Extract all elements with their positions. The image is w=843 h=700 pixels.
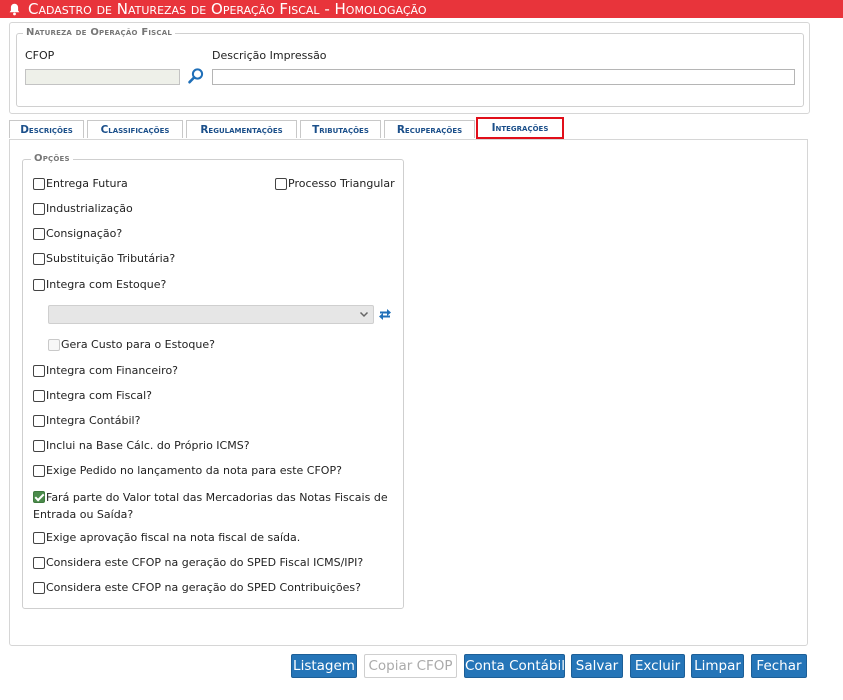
title-bar: Cadastro de Naturezas de Operação Fiscal… xyxy=(0,0,843,18)
substituicao-tributaria-checkbox[interactable]: Substituição Tributária? xyxy=(33,252,175,266)
checkbox-box[interactable] xyxy=(33,465,45,477)
checkbox-box[interactable] xyxy=(33,253,45,265)
desc-label: Descrição Impressão xyxy=(212,49,327,62)
checkbox-box[interactable] xyxy=(33,365,45,377)
integra-contabil-checkbox[interactable]: Integra Contábil? xyxy=(33,414,140,428)
window-title: Cadastro de Naturezas de Operação Fiscal… xyxy=(28,0,427,18)
tab-tributacoes[interactable]: Tributações xyxy=(300,120,381,138)
search-icon[interactable] xyxy=(187,67,205,85)
sped-fiscal-checkbox[interactable]: Considera este CFOP na geração do SPED F… xyxy=(33,556,363,570)
processo-triangular-checkbox[interactable]: Processo Triangular xyxy=(275,177,395,191)
checkbox-box[interactable] xyxy=(33,491,45,503)
integra-fiscal-checkbox[interactable]: Integra com Fiscal? xyxy=(33,389,152,403)
checkbox-box[interactable] xyxy=(33,203,45,215)
integra-estoque-checkbox[interactable]: Integra com Estoque? xyxy=(33,278,166,292)
cfop-label: CFOP xyxy=(25,49,55,62)
tab-recuperacoes[interactable]: Recuperações xyxy=(384,120,475,138)
listagem-button[interactable]: Listagem xyxy=(291,654,357,678)
estoque-select[interactable] xyxy=(48,305,374,324)
excluir-button[interactable]: Excluir xyxy=(630,654,685,678)
checkbox-box[interactable] xyxy=(33,390,45,402)
tab-regulamentacoes[interactable]: Regulamentações xyxy=(186,120,297,138)
integra-financeiro-checkbox[interactable]: Integra com Financeiro? xyxy=(33,364,178,378)
tab-integracoes[interactable]: Integrações xyxy=(476,117,564,139)
fechar-button[interactable]: Fechar xyxy=(751,654,807,678)
fieldset-legend: Natureza de Operação Fiscal xyxy=(23,27,176,38)
industrializacao-checkbox[interactable]: Industrialização xyxy=(33,202,133,216)
chevron-down-icon xyxy=(359,309,369,319)
checkbox-box[interactable] xyxy=(275,178,287,190)
gera-custo-checkbox[interactable]: Gera Custo para o Estoque? xyxy=(48,338,215,352)
checkbox-box[interactable] xyxy=(33,557,45,569)
checkbox-box[interactable] xyxy=(33,415,45,427)
checkbox-box[interactable] xyxy=(33,178,45,190)
natureza-fieldset: Natureza de Operação Fiscal CFOP Descriç… xyxy=(16,27,804,107)
entrega-futura-checkbox[interactable]: Entrega Futura xyxy=(33,177,128,191)
inclui-base-icms-checkbox[interactable]: Inclui na Base Cálc. do Próprio ICMS? xyxy=(33,439,250,453)
integracoes-panel: Opções Entrega Futura Processo Triangula… xyxy=(9,139,808,646)
exige-pedido-checkbox[interactable]: Exige Pedido no lançamento da nota para … xyxy=(33,464,342,478)
checkbox-box[interactable] xyxy=(33,582,45,594)
tab-classificacoes[interactable]: Classificações xyxy=(87,120,183,138)
conta-contabil-button[interactable]: Conta Contábil xyxy=(464,654,565,678)
salvar-button[interactable]: Salvar xyxy=(571,654,623,678)
consignacao-checkbox[interactable]: Consignação? xyxy=(33,227,122,241)
opcoes-legend: Opções xyxy=(31,153,73,164)
tab-descricoes[interactable]: Descrições xyxy=(9,120,84,138)
checkbox-box[interactable] xyxy=(33,532,45,544)
fara-parte-valor-total-checkbox[interactable]: Fará parte do Valor total das Mercadoria… xyxy=(33,489,388,523)
sped-contribuicoes-checkbox[interactable]: Considera este CFOP na geração do SPED C… xyxy=(33,581,361,595)
cfop-input[interactable] xyxy=(25,69,180,85)
copiar-cfop-button[interactable]: Copiar CFOP xyxy=(364,654,457,678)
descricao-impressao-input[interactable] xyxy=(212,69,795,85)
exige-aprovacao-fiscal-checkbox[interactable]: Exige aprovação fiscal na nota fiscal de… xyxy=(33,531,300,545)
header-panel: Natureza de Operação Fiscal CFOP Descriç… xyxy=(9,22,810,114)
checkbox-box[interactable] xyxy=(48,339,60,351)
refresh-icon[interactable] xyxy=(377,305,393,323)
checkbox-box[interactable] xyxy=(33,228,45,240)
checkbox-box[interactable] xyxy=(33,440,45,452)
opcoes-fieldset: Opções Entrega Futura Processo Triangula… xyxy=(22,153,404,609)
bell-icon xyxy=(9,2,21,16)
limpar-button[interactable]: Limpar xyxy=(691,654,744,678)
checkbox-box[interactable] xyxy=(33,279,45,291)
